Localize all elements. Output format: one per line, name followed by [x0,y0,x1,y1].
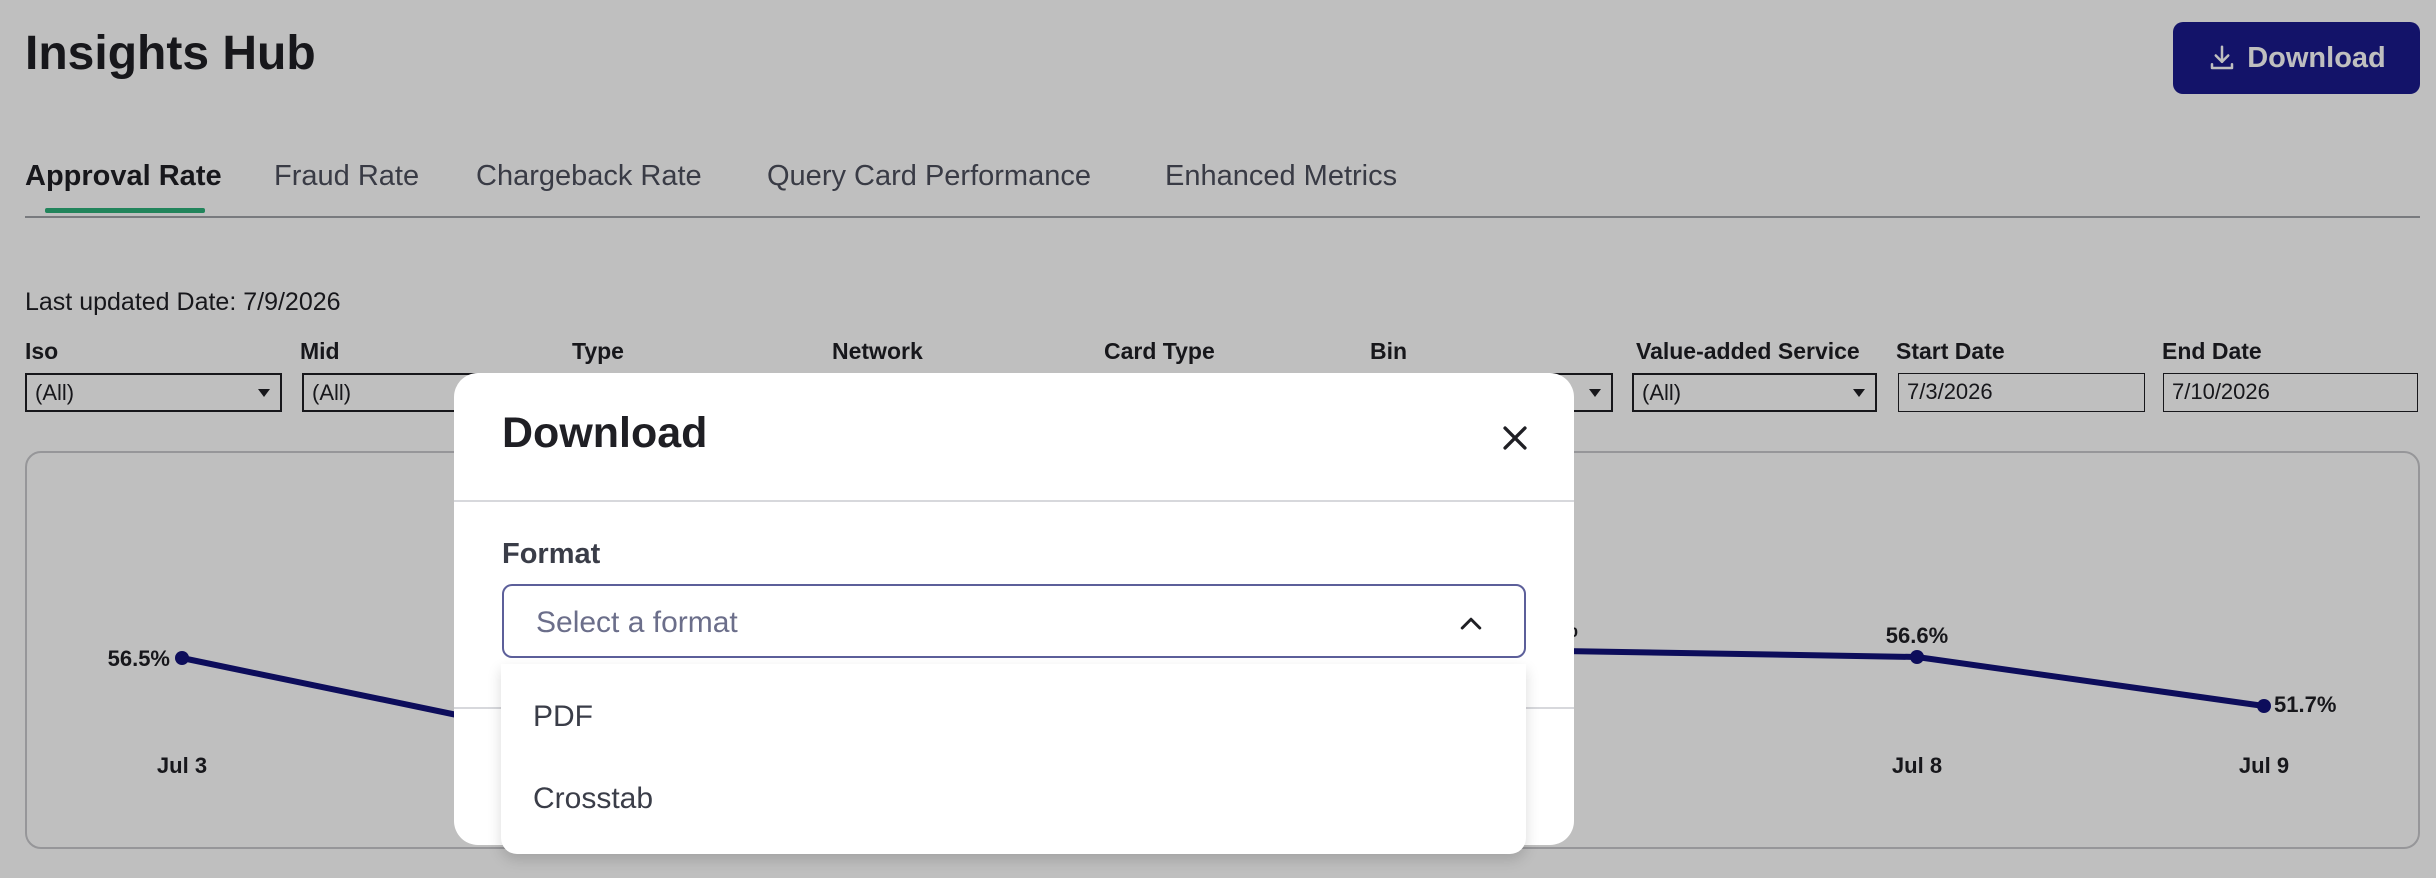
modal-title: Download [502,409,708,457]
format-label: Format [502,538,601,570]
format-select-placeholder: Select a format [536,606,738,639]
format-select[interactable]: Select a format [502,584,1526,658]
format-option-crosstab[interactable]: Crosstab [533,782,653,816]
modal-header-divider [454,500,1574,502]
close-icon[interactable] [1498,421,1532,455]
format-option-pdf[interactable]: PDF [533,700,593,734]
chevron-up-icon [1460,617,1482,630]
format-dropdown-menu: PDF Crosstab [501,664,1526,854]
